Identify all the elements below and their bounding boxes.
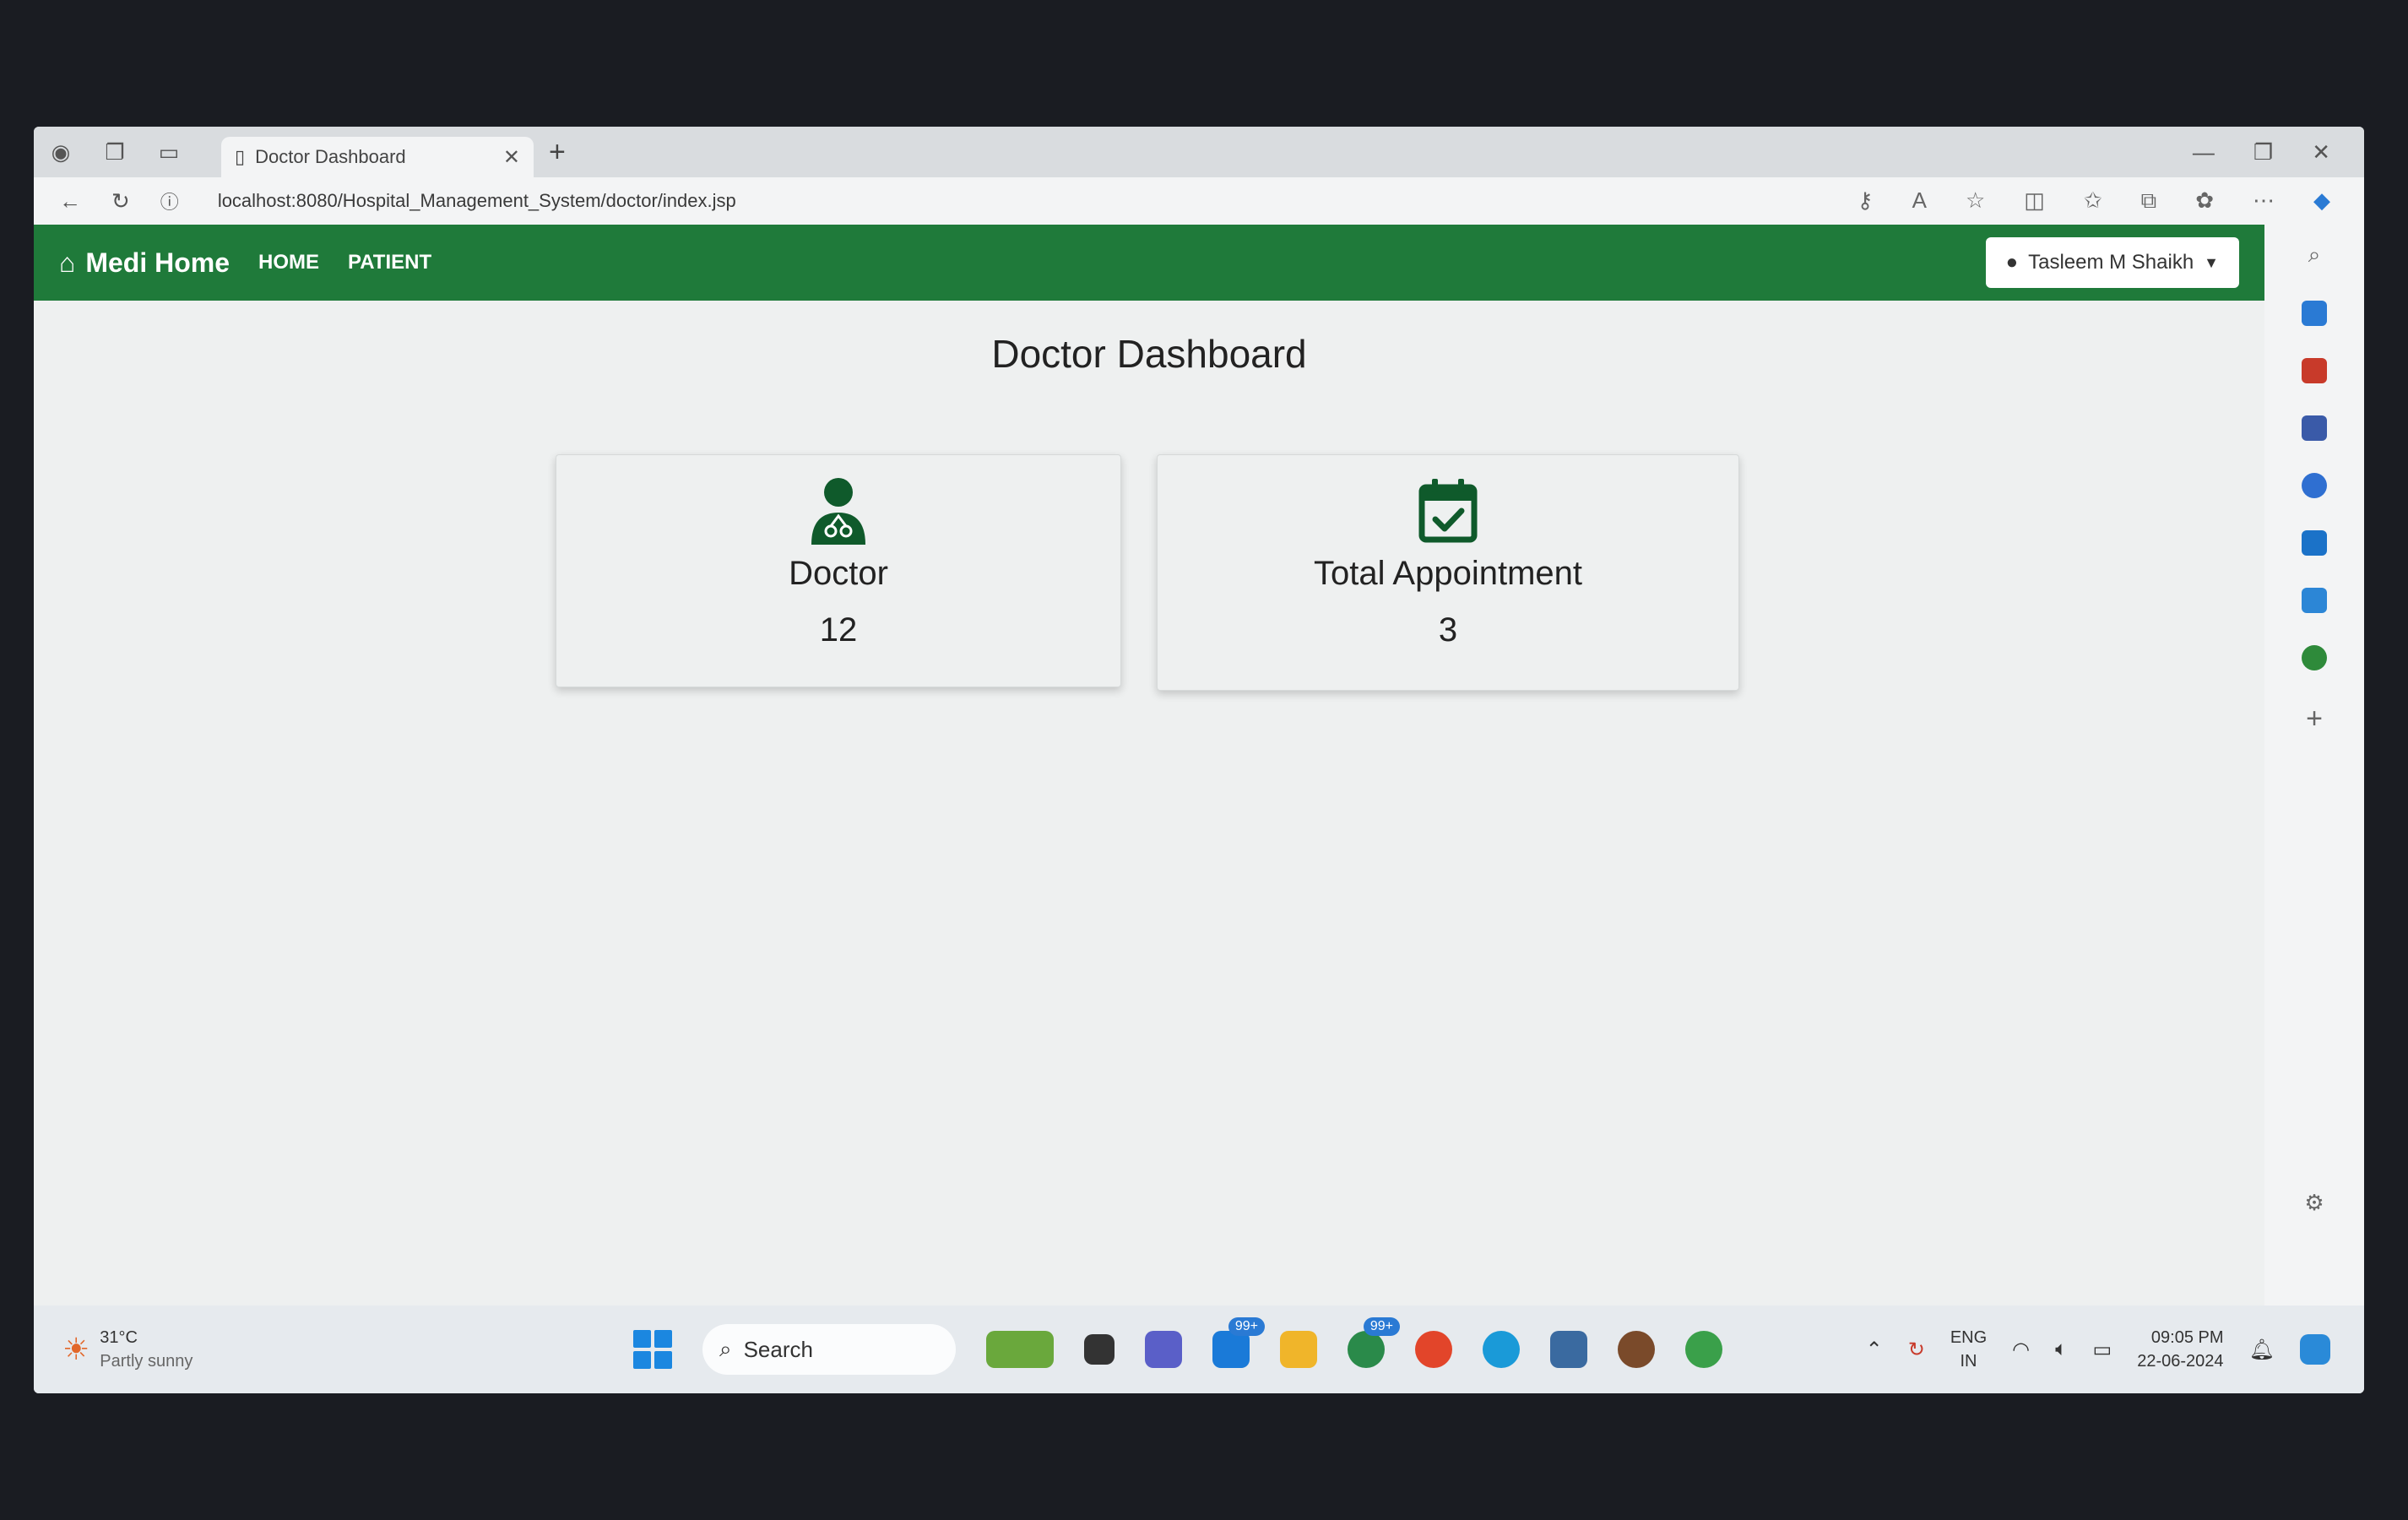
office-icon[interactable] — [2302, 473, 2327, 498]
user-name: Tasleem M Shaikh — [2028, 251, 2194, 274]
language: ENG — [1950, 1328, 1988, 1347]
brand[interactable]: ⌂ Medi Home — [59, 247, 230, 279]
outlook-icon[interactable] — [2302, 530, 2327, 556]
site-info-icon[interactable]: ⓘ — [160, 187, 179, 214]
tray-chevron-icon[interactable]: ⌃ — [1866, 1338, 1883, 1362]
browser-sidebar: ⌕ + ⚙ — [2264, 225, 2364, 1306]
address-bar-tools: ⚷ A ☆ ◫ ✩ ⧉ ✿ ⋯ ◆ — [1858, 187, 2364, 214]
settings-icon[interactable]: ⚙ — [2304, 1190, 2324, 1216]
nav-patient-link[interactable]: PATIENT — [348, 251, 431, 274]
weather-icon: ☀ — [62, 1332, 90, 1366]
browser-tab-bar: ◉ ❐ ▭ ▯ Doctor Dashboard ✕ + — ❐ ✕ — [34, 127, 2364, 177]
edge-icon[interactable] — [1483, 1331, 1520, 1368]
doctor-count: 12 — [819, 611, 858, 649]
chrome-profile-icon[interactable] — [1685, 1331, 1722, 1368]
date: 22-06-2024 — [2137, 1352, 2224, 1371]
page-title: Doctor Dashboard — [991, 332, 1307, 376]
window-controls: — ❐ ✕ — [2193, 139, 2364, 166]
file-explorer-icon[interactable] — [1280, 1331, 1317, 1368]
windows-taskbar: ☀ 31°C Partly sunny ⌕ Search 99+ 99+ ⌃ ↻… — [34, 1306, 2364, 1393]
chrome-icon[interactable] — [1415, 1331, 1452, 1368]
close-window-icon[interactable]: ✕ — [2312, 139, 2330, 166]
appointment-card[interactable]: Total Appointment 3 — [1157, 454, 1739, 691]
workspaces-icon[interactable]: ❐ — [88, 127, 142, 177]
app-icon[interactable] — [1618, 1331, 1655, 1368]
favorite-star-icon[interactable]: ☆ — [1966, 187, 1985, 214]
taskbar-search[interactable]: ⌕ Search — [702, 1324, 956, 1375]
postgres-icon[interactable] — [1550, 1331, 1587, 1368]
language-indicator[interactable]: ENG IN — [1950, 1326, 1987, 1373]
people-icon[interactable] — [2302, 415, 2327, 441]
favorites-icon[interactable]: ✩ — [2084, 187, 2102, 214]
appointment-count: 3 — [1438, 611, 1458, 649]
whatsapp-badge: 99+ — [1363, 1317, 1400, 1336]
url-field[interactable]: localhost:8080/Hospital_Management_Syste… — [218, 190, 736, 212]
doctor-card[interactable]: Doctor 12 — [556, 454, 1121, 687]
copilot-icon[interactable]: ◆ — [2313, 187, 2330, 214]
search-glass-icon: ⌕ — [719, 1336, 732, 1361]
tab-doctor-dashboard[interactable]: ▯ Doctor Dashboard ✕ — [221, 137, 534, 177]
task-view-icon[interactable] — [1084, 1334, 1115, 1365]
read-aloud-icon[interactable]: A — [1912, 187, 1927, 214]
close-tab-icon[interactable]: ✕ — [503, 145, 520, 170]
notification-bell-icon[interactable]: 🔔︎ — [2249, 1338, 2275, 1362]
weather-widget[interactable]: ☀ 31°C Partly sunny — [62, 1326, 193, 1373]
volume-icon[interactable]: 🔈︎ — [2055, 1338, 2067, 1361]
mail-badge: 99+ — [1228, 1317, 1265, 1336]
time: 09:05 PM — [2150, 1328, 2224, 1347]
restore-icon[interactable]: ❐ — [2253, 139, 2273, 166]
clock[interactable]: 09:05 PM 22-06-2024 — [2137, 1326, 2223, 1373]
send-icon[interactable] — [2302, 588, 2327, 613]
battery-icon[interactable]: ▭ — [2093, 1338, 2112, 1362]
key-icon[interactable]: ⚷ — [1858, 187, 1874, 214]
search-label: Search — [743, 1336, 813, 1362]
calendar-check-icon — [1418, 479, 1478, 543]
appointment-card-label: Total Appointment — [1314, 555, 1582, 592]
profile-icon[interactable]: ◉ — [34, 127, 88, 177]
shopping-icon[interactable] — [2302, 301, 2327, 326]
widgets-icon[interactable] — [986, 1331, 1054, 1368]
nav-home-link[interactable]: HOME — [258, 251, 319, 274]
address-bar-row: ← ↻ ⓘ localhost:8080/Hospital_Management… — [34, 177, 2364, 225]
user-circle-icon: ● — [2005, 251, 2019, 274]
region: IN — [1960, 1352, 1977, 1371]
extensions-icon[interactable]: ✿ — [2195, 187, 2214, 214]
teams-icon[interactable] — [1145, 1331, 1182, 1368]
tab-title: Doctor Dashboard — [255, 146, 406, 167]
windows-start-icon[interactable] — [633, 1330, 672, 1369]
temperature: 31°C — [100, 1328, 138, 1347]
user-dropdown-button[interactable]: ● Tasleem M Shaikh ▼ — [1985, 237, 2239, 288]
more-icon[interactable]: ⋯ — [2253, 187, 2275, 214]
split-screen-icon[interactable]: ◫ — [2024, 187, 2045, 214]
page-icon: ▯ — [235, 146, 246, 167]
laptop-screen: ◉ ❐ ▭ ▯ Doctor Dashboard ✕ + — ❐ ✕ ← ↻ ⓘ… — [34, 127, 2364, 1393]
hospital-icon: ⌂ — [59, 247, 76, 278]
tools-icon[interactable] — [2302, 358, 2327, 383]
wifi-icon[interactable]: ◠ — [2012, 1338, 2030, 1362]
new-tab-icon[interactable]: + — [549, 136, 566, 169]
mail-icon[interactable]: 99+ — [1212, 1317, 1265, 1368]
collections-icon[interactable]: ⧉ — [2141, 187, 2157, 214]
doctor-icon — [811, 478, 865, 545]
whatsapp-icon[interactable]: 99+ — [1348, 1317, 1400, 1368]
weather-condition: Partly sunny — [100, 1352, 193, 1371]
web-page: ⌂ Medi Home HOME PATIENT ● Tasleem M Sha… — [34, 225, 2264, 1306]
brand-label: Medi Home — [85, 247, 230, 278]
back-icon[interactable]: ← — [59, 188, 81, 214]
sync-icon[interactable]: ↻ — [1908, 1338, 1925, 1362]
doctor-card-label: Doctor — [789, 555, 888, 592]
minimize-icon[interactable]: — — [2193, 139, 2215, 166]
caret-down-icon: ▼ — [2204, 253, 2219, 271]
system-tray: ⌃ ↻ ENG IN ◠ 🔈︎ ▭ 09:05 PM 22-06-2024 🔔︎ — [1866, 1326, 2330, 1373]
refresh-icon[interactable]: ↻ — [111, 188, 130, 214]
tree-icon[interactable] — [2302, 645, 2327, 670]
navbar: ⌂ Medi Home HOME PATIENT ● Tasleem M Sha… — [34, 225, 2264, 301]
search-icon[interactable]: ⌕ — [2308, 242, 2321, 269]
copilot-taskbar-icon[interactable] — [2300, 1334, 2330, 1365]
taskbar-apps: ⌕ Search 99+ 99+ — [633, 1317, 1722, 1375]
tab-actions-icon[interactable]: ▭ — [142, 127, 196, 177]
add-icon[interactable]: + — [2306, 703, 2323, 736]
